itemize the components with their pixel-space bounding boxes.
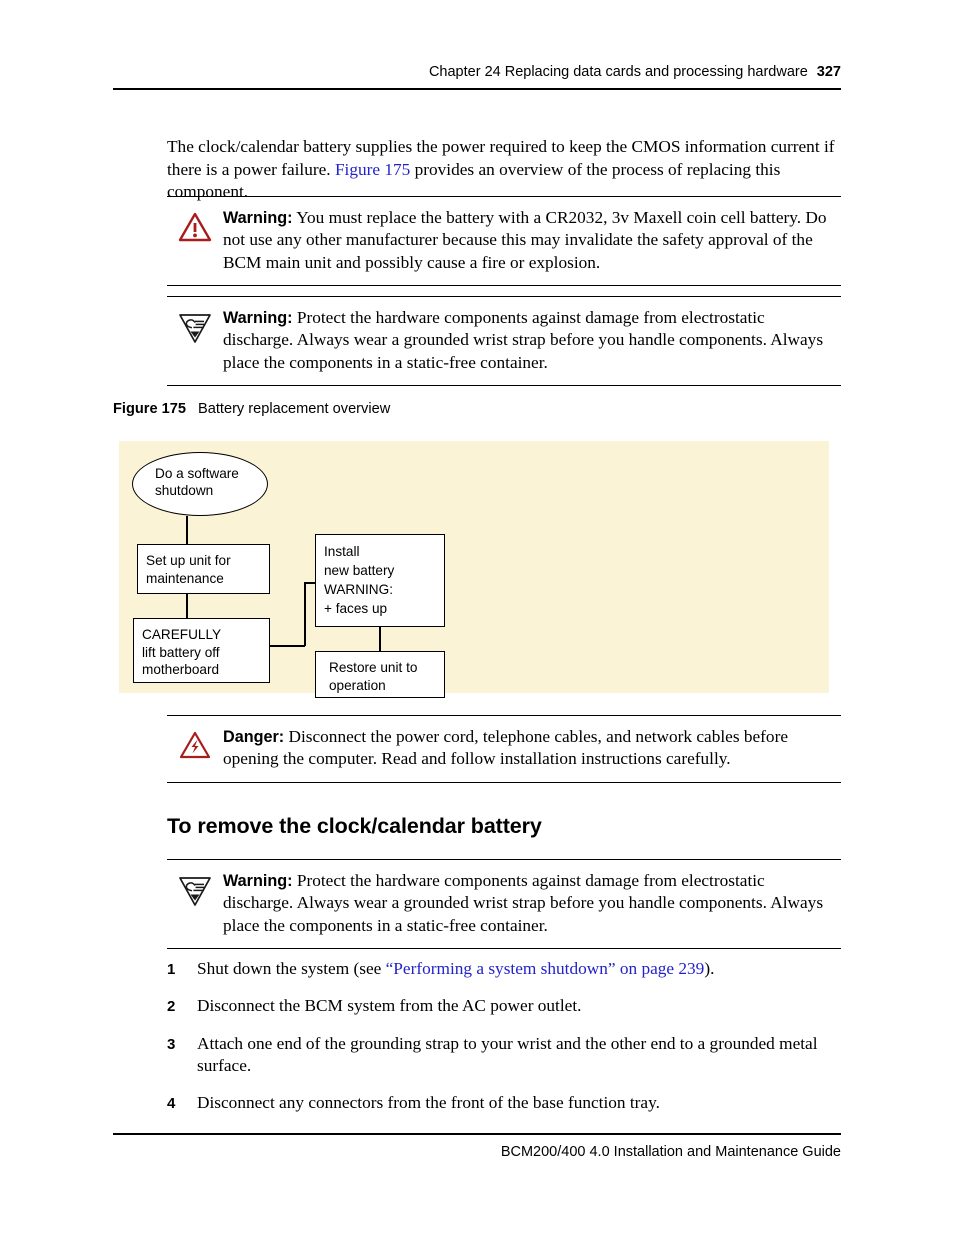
flowchart-node-restore: Restore unit to operation xyxy=(315,651,445,698)
admonition-label: Warning: xyxy=(223,309,293,327)
admonition-warning-esd-bottom: Warning: Protect the hardware components… xyxy=(167,859,841,950)
admonition-body-text: Protect the hardware components against … xyxy=(223,308,824,372)
flowchart-node-install-line3: WARNING: xyxy=(324,582,393,597)
header-chapter-title: Chapter 24 Replacing data cards and proc… xyxy=(428,64,808,80)
step-text: Disconnect any connectors from the front… xyxy=(197,1092,660,1112)
flowchart-node-lift-line1: CAREFULLY xyxy=(142,627,222,642)
admonition-label: Danger: xyxy=(223,728,285,746)
performing-system-shutdown-link[interactable]: “Performing a system shutdown” on page 2… xyxy=(386,959,705,978)
flowchart-node-install-line1: Install xyxy=(324,544,360,559)
connector-setup-to-lift xyxy=(186,594,188,618)
figure-number: Figure 175 xyxy=(113,401,186,417)
list-item: 4 Disconnect any connectors from the fro… xyxy=(167,1092,841,1115)
step-text-after: ). xyxy=(704,959,715,978)
admonition-text: Danger: Disconnect the power cord, telep… xyxy=(223,726,841,771)
figure-title: Battery replacement overview xyxy=(198,401,391,417)
step-text: Shut down the system (see “Performing a … xyxy=(197,958,841,981)
header-page-number: 327 xyxy=(816,64,841,80)
flowchart-node-start-line1: Do a software xyxy=(155,465,239,481)
admonition-body-text: Disconnect the power cord, telephone cab… xyxy=(223,727,789,769)
admonition-body-text: You must replace the battery with a CR20… xyxy=(223,208,827,272)
flowchart-node-start: Do a software shutdown xyxy=(132,452,268,516)
page-header: Chapter 24 Replacing data cards and proc… xyxy=(113,64,841,80)
flowchart-node-setup-line2: maintenance xyxy=(146,570,224,586)
step-number: 4 xyxy=(167,1094,176,1112)
warning-triangle-icon xyxy=(167,207,223,243)
flowchart-node-install-line4: + faces up xyxy=(324,601,388,616)
intro-paragraph: The clock/calendar battery supplies the … xyxy=(167,136,839,203)
list-item: 2 Disconnect the BCM system from the AC … xyxy=(167,995,841,1018)
connector-install-to-restore xyxy=(379,627,381,651)
esd-hand-icon xyxy=(167,307,223,345)
procedure-steps: 1 Shut down the system (see “Performing … xyxy=(167,958,841,1129)
list-item: 3 Attach one end of the grounding strap … xyxy=(167,1033,841,1078)
list-item: 1 Shut down the system (see “Performing … xyxy=(167,958,841,981)
connector-lift-right xyxy=(270,645,305,647)
section-heading: To remove the clock/calendar battery xyxy=(167,813,542,838)
flowchart-node-lift-battery: CAREFULLY lift battery off motherboard xyxy=(133,618,270,683)
step-number: 3 xyxy=(167,1035,176,1053)
step-text: Attach one end of the grounding strap to… xyxy=(197,1033,818,1076)
flowchart-node-setup-line1: Set up unit for xyxy=(146,553,231,568)
step-text-before: Shut down the system (see xyxy=(197,959,386,978)
admonition-label: Warning: xyxy=(223,209,293,227)
flowchart-node-install-line2: new battery xyxy=(324,563,395,578)
admonition-warning-battery: Warning: You must replace the battery wi… xyxy=(167,196,841,287)
figure-caption: Figure 175 Battery replacement overview xyxy=(113,401,390,417)
esd-hand-icon xyxy=(167,870,223,908)
admonition-label: Warning: xyxy=(223,872,293,890)
flowchart-node-setup: Set up unit for maintenance xyxy=(137,544,270,594)
flowchart: Do a software shutdown Set up unit for m… xyxy=(119,441,829,698)
danger-lightning-icon xyxy=(167,726,223,760)
step-number: 2 xyxy=(167,998,176,1016)
admonition-body-text: Protect the hardware components against … xyxy=(223,871,824,935)
figure-175-link[interactable]: Figure 175 xyxy=(335,160,410,179)
flowchart-node-lift-line3: motherboard xyxy=(142,662,220,677)
admonition-danger-power: Danger: Disconnect the power cord, telep… xyxy=(167,715,841,783)
step-text: Disconnect the BCM system from the AC po… xyxy=(197,996,582,1016)
admonition-text: Warning: Protect the hardware components… xyxy=(223,307,841,374)
flowchart-node-restore-line2: operation xyxy=(329,677,386,693)
connector-start-to-setup xyxy=(186,516,188,544)
flowchart-node-restore-line1: Restore unit to xyxy=(329,660,418,675)
footer-divider xyxy=(113,1133,841,1135)
admonition-warning-esd-top: Warning: Protect the hardware components… xyxy=(167,296,841,387)
flowchart-node-start-line2: shutdown xyxy=(155,483,214,498)
header-divider xyxy=(113,88,841,90)
figure-panel: Do a software shutdown Set up unit for m… xyxy=(119,441,829,698)
connector-lift-up xyxy=(304,582,306,646)
page-footer: BCM200/400 4.0 Installation and Maintena… xyxy=(500,1144,841,1160)
admonition-text: Warning: Protect the hardware components… xyxy=(223,870,841,937)
flowchart-node-lift-line2: lift battery off xyxy=(142,644,220,660)
step-number: 1 xyxy=(167,961,176,978)
flowchart-node-install-battery: Install new battery WARNING: + faces up xyxy=(315,534,445,627)
admonition-text: Warning: You must replace the battery wi… xyxy=(223,207,841,274)
